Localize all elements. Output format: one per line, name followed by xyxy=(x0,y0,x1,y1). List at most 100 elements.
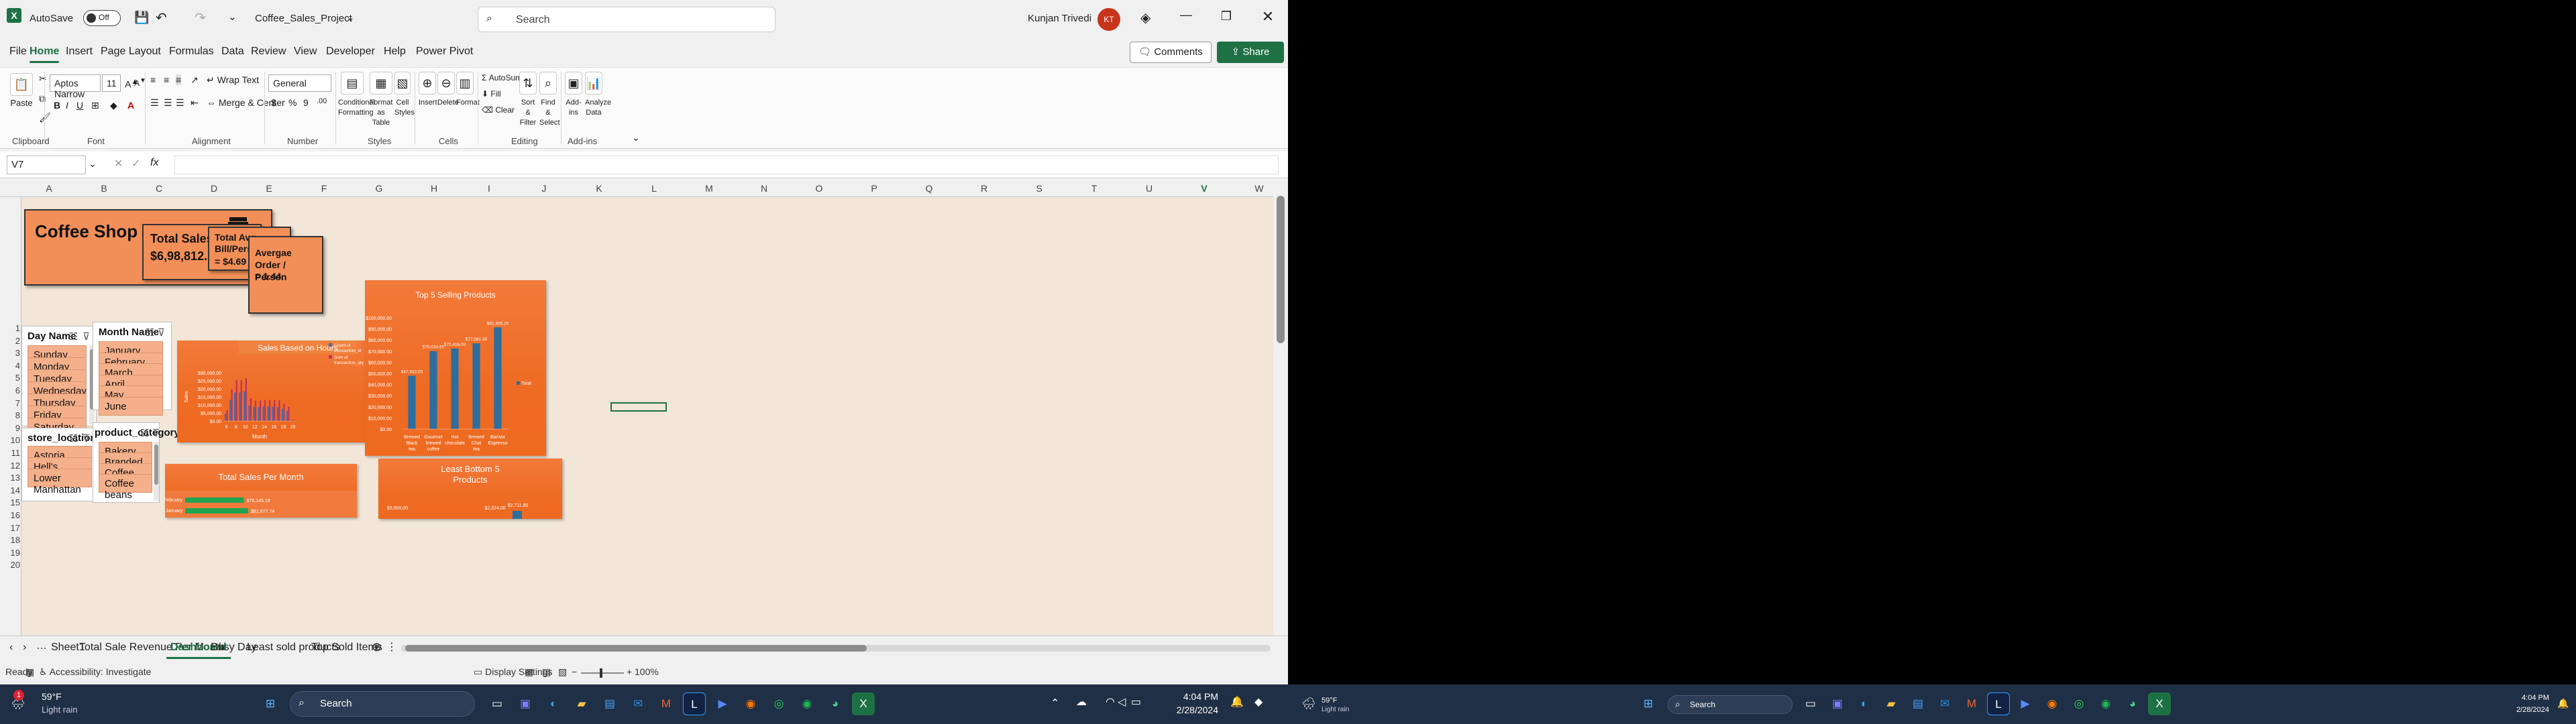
multi-select-icon[interactable]: ☷ xyxy=(69,330,78,343)
find-select-button[interactable]: ⌕ Find & Select xyxy=(539,72,560,127)
align-bottom-icon[interactable]: ≡ xyxy=(176,74,182,85)
chevron-down-icon[interactable]: ⌄ xyxy=(89,158,97,170)
sheet-options-icon[interactable]: ⋮ xyxy=(386,640,397,654)
comments-button[interactable]: 🗨 Comments xyxy=(1130,42,1212,63)
notification-bell-icon-2[interactable]: 🔔 xyxy=(2557,698,2569,709)
menu-power-pivot[interactable]: Power Pivot xyxy=(416,46,473,58)
column-header-l[interactable]: L xyxy=(627,183,682,194)
windows-start-icon[interactable]: ⊞ xyxy=(259,692,282,715)
format-as-table-button[interactable]: ▦ Format as Table xyxy=(369,72,393,127)
column-header-n[interactable]: N xyxy=(737,183,792,194)
tray-app-icon[interactable]: ☁ xyxy=(1076,695,1087,709)
align-top-icon[interactable]: ≡ xyxy=(150,74,156,85)
row-header-10[interactable]: 10 xyxy=(0,435,20,445)
task-view-icon[interactable]: ▭ xyxy=(486,692,508,715)
paste-button[interactable]: 📋 Paste xyxy=(8,73,35,108)
column-header-f[interactable]: F xyxy=(297,183,352,194)
column-header-v[interactable]: V xyxy=(1177,183,1232,194)
app-l-icon[interactable]: L xyxy=(683,692,706,715)
row-header-20[interactable]: 20 xyxy=(0,560,20,570)
slicer-product-category[interactable]: product_category ☷ ⊽ Bakery Branded Coffee… xyxy=(93,422,180,503)
prev-sheet-icon[interactable]: ‹ xyxy=(9,642,13,654)
minimize-icon[interactable]: — xyxy=(1173,8,1199,22)
wifi-icon[interactable]: ◠ xyxy=(1106,695,1115,709)
taskbar-search-2[interactable]: ⌕ Search xyxy=(1668,695,1792,714)
file-explorer-icon-2[interactable]: ▰ xyxy=(1880,692,1902,715)
row-header-12[interactable]: 12 xyxy=(0,461,20,471)
slicer-item[interactable]: June xyxy=(99,396,163,416)
file-name[interactable]: Coffee_Sales_Project xyxy=(255,13,352,24)
chrome-icon[interactable]: ◕ xyxy=(824,692,847,715)
slicer-item[interactable]: Coffee beans xyxy=(99,474,152,501)
menu-data[interactable]: Data xyxy=(221,46,244,58)
column-header-s[interactable]: S xyxy=(1012,183,1067,194)
align-left-icon[interactable]: ☰ xyxy=(150,97,159,109)
chart-sales-hours[interactable]: Sales Based on Hours $30,000.00 $25,000.00… xyxy=(177,341,385,442)
restore-icon[interactable]: ❐ xyxy=(1213,9,1240,23)
name-box[interactable]: V7 xyxy=(7,156,86,174)
row-header-3[interactable]: 3 xyxy=(0,348,20,358)
italic-icon[interactable]: I xyxy=(66,100,68,111)
weather-icon-2[interactable]: 🌧 xyxy=(1297,692,1320,715)
column-header-c[interactable]: C xyxy=(131,183,186,194)
chrome-icon-2[interactable]: ◕ xyxy=(2121,692,2144,715)
column-header-b[interactable]: B xyxy=(76,183,131,194)
zoom-slider[interactable] xyxy=(581,672,624,674)
customize-toolbar-icon[interactable]: ⌄ xyxy=(228,11,237,23)
share-button[interactable]: ⇪ Share xyxy=(1217,42,1284,63)
row-header-18[interactable]: 18 xyxy=(0,535,20,545)
row-header-8[interactable]: 8 xyxy=(0,410,20,420)
bold-icon[interactable]: B xyxy=(54,100,60,111)
clock-date[interactable]: 2/28/2024 xyxy=(1165,705,1218,715)
accessibility-status[interactable]: ♿ Accessibility: Investigate xyxy=(39,666,151,678)
menu-review[interactable]: Review xyxy=(251,46,286,58)
number-format-select[interactable]: General xyxy=(268,74,331,92)
mcafee-icon-2[interactable]: M xyxy=(1960,692,1983,715)
font-color-icon[interactable]: A xyxy=(127,100,134,111)
excel-taskbar-icon[interactable]: X xyxy=(852,692,875,715)
cancel-icon[interactable]: ✕ xyxy=(114,157,123,170)
column-header-k[interactable]: K xyxy=(572,183,627,194)
column-header-j[interactable]: J xyxy=(517,183,572,194)
edge-icon-2[interactable]: ◐ xyxy=(1853,692,1876,715)
cut-icon[interactable]: ✂ xyxy=(39,73,47,84)
store-icon[interactable]: ▤ xyxy=(598,692,621,715)
currency-icon[interactable]: $ xyxy=(271,97,276,108)
column-header-o[interactable]: O xyxy=(792,183,847,194)
whatsapp-icon[interactable]: ◎ xyxy=(767,692,790,715)
task-view-icon-2[interactable]: ▭ xyxy=(1799,692,1822,715)
enter-icon[interactable]: ✓ xyxy=(131,157,140,170)
row-header-15[interactable]: 15 xyxy=(0,497,20,507)
chart-sales-month[interactable]: Total Sales Per Month February $76,145.19 J… xyxy=(164,464,357,518)
fx-icon[interactable]: fx xyxy=(150,157,158,169)
windows-start-icon-2[interactable]: ⊞ xyxy=(1637,692,1660,715)
sheet-area[interactable]: Coffee Shop Sales Total Sales $6,98,812.… xyxy=(21,197,1273,636)
autosave-toggle[interactable]: Off xyxy=(83,10,121,26)
diamond-icon[interactable]: ◈ xyxy=(1140,9,1150,26)
horizontal-scroll-thumb[interactable] xyxy=(405,645,867,652)
row-header-2[interactable]: 2 xyxy=(0,336,20,346)
column-header-g[interactable]: G xyxy=(352,183,407,194)
slicer-store-location[interactable]: store_location ☷ ⊽ AstoriaHell's Kitchen… xyxy=(21,428,97,501)
media-icon[interactable]: ▶ xyxy=(711,692,734,715)
fill-button[interactable]: ⬇ Fill xyxy=(482,89,501,99)
row-header-11[interactable]: 11 xyxy=(0,448,21,458)
fill-color-icon[interactable]: ◆ xyxy=(110,100,117,111)
conditional-formatting-button[interactable]: ▤ Conditional Formatting xyxy=(338,72,375,117)
borders-icon[interactable]: ⊞ xyxy=(91,100,99,111)
row-header-4[interactable]: 4 xyxy=(0,361,20,371)
analyze-data-button[interactable]: 📊 Analyze Data xyxy=(585,72,611,117)
add-sheet-icon[interactable]: ⊕ xyxy=(372,640,382,654)
clear-button[interactable]: ⌫ Clear xyxy=(482,105,515,115)
column-header-i[interactable]: I xyxy=(462,183,517,194)
row-header-9[interactable]: 9 xyxy=(0,423,20,433)
font-size-select[interactable]: 11 xyxy=(102,74,121,92)
zoom-in-icon[interactable]: + xyxy=(627,666,632,677)
menu-page-layout[interactable]: Page Layout xyxy=(101,46,161,58)
normal-view-icon[interactable]: ▦ xyxy=(525,666,533,678)
undo-icon[interactable]: ↶ xyxy=(156,9,167,26)
column-header-u[interactable]: U xyxy=(1122,183,1177,194)
menu-formulas[interactable]: Formulas xyxy=(169,46,214,58)
tray-chevron-icon[interactable]: ⌃ xyxy=(1051,697,1059,710)
zoom-level[interactable]: 100% xyxy=(635,666,659,677)
